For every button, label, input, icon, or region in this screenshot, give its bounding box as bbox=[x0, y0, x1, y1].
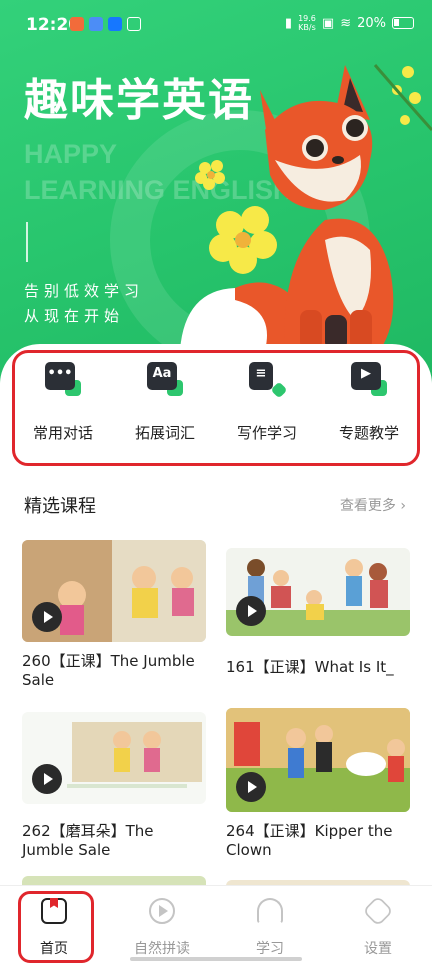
net-speed: 19.6 KB/s bbox=[298, 14, 316, 32]
quick-menu: ••• 常用对话 Aa 拓展词汇 ≡ 写作学习 ▶ 专题教学 bbox=[12, 362, 420, 443]
tab-label: 学习 bbox=[256, 941, 284, 957]
notification-icons bbox=[70, 17, 141, 31]
menu-item-vocabulary[interactable]: Aa 拓展词汇 bbox=[114, 362, 216, 443]
play-icon[interactable] bbox=[236, 772, 266, 802]
course-card[interactable]: 264【正课】Kipper the Clown bbox=[226, 708, 410, 860]
course-title: 161【正课】What Is It_ bbox=[226, 658, 394, 676]
status-bar: 12:20 ▮ 19.6 KB/s ▣ ≋ 20% bbox=[0, 0, 432, 50]
vocabulary-icon: Aa bbox=[147, 362, 183, 398]
sim-icon: ▣ bbox=[321, 15, 335, 31]
tab-label: 设置 bbox=[364, 941, 392, 957]
menu-item-conversation[interactable]: ••• 常用对话 bbox=[12, 362, 114, 443]
tab-label: 自然拼读 bbox=[134, 941, 190, 957]
play-icon[interactable] bbox=[32, 602, 62, 632]
writing-icon: ≡ bbox=[249, 362, 288, 399]
battery-text: 20% bbox=[357, 15, 386, 31]
menu-item-topic-lessons[interactable]: ▶ 专题教学 bbox=[318, 362, 420, 443]
course-card[interactable]: 161【正课】What Is It_ bbox=[226, 548, 410, 677]
vocabulary-icon-mark: Aa bbox=[152, 366, 172, 381]
app-notification-icon bbox=[127, 17, 141, 31]
hero-slogan-line1: 告别低效学习 bbox=[24, 282, 145, 300]
video-lesson-icon: ▶ bbox=[351, 362, 387, 398]
course-thumbnail bbox=[22, 712, 206, 804]
view-more-label: 查看更多 bbox=[339, 498, 396, 514]
course-card[interactable]: 260【正课】The Jumble Sale bbox=[22, 540, 206, 690]
net-speed-unit: KB/s bbox=[298, 23, 316, 32]
battery-icon bbox=[392, 17, 414, 29]
app-notification-icon bbox=[89, 17, 103, 31]
vibrate-icon: ▮ bbox=[284, 15, 293, 31]
course-thumbnail bbox=[226, 548, 410, 636]
headphones-icon bbox=[257, 898, 283, 924]
course-card[interactable]: 262【磨耳朵】The Jumble Sale bbox=[22, 712, 206, 860]
alipay-icon bbox=[108, 17, 122, 31]
course-title: 264【正课】Kipper the Clown bbox=[226, 822, 393, 859]
menu-item-label: 常用对话 bbox=[32, 424, 93, 442]
section-title: 精选课程 bbox=[24, 496, 96, 517]
course-title: 262【磨耳朵】The Jumble Sale bbox=[22, 822, 154, 859]
view-more-link[interactable]: 查看更多 › bbox=[340, 495, 406, 515]
home-indicator[interactable] bbox=[130, 957, 302, 961]
play-icon[interactable] bbox=[32, 764, 62, 794]
course-thumbnail bbox=[226, 708, 410, 812]
hero-banner[interactable]: 趣味学英语 HAPPY LEARNING ENGLISH 告别低效学习 从现在开… bbox=[0, 0, 432, 390]
wifi-icon: ≋ bbox=[340, 15, 352, 31]
status-right: ▮ 19.6 KB/s ▣ ≋ 20% bbox=[285, 14, 414, 32]
menu-item-writing[interactable]: ≡ 写作学习 bbox=[216, 362, 318, 443]
hero-slogan-line2: 从现在开始 bbox=[24, 307, 125, 325]
chat-bubble-icon: ••• bbox=[45, 362, 81, 398]
play-icon[interactable] bbox=[236, 596, 266, 626]
app-notification-icon bbox=[70, 17, 84, 31]
course-thumbnail bbox=[22, 540, 206, 642]
app-screen: 趣味学英语 HAPPY LEARNING ENGLISH 告别低效学习 从现在开… bbox=[0, 0, 432, 964]
fox-mascot-illustration bbox=[180, 64, 432, 350]
tab-phonics[interactable]: 自然拼读 bbox=[108, 886, 216, 964]
hero-divider bbox=[26, 222, 28, 262]
small-flower-icon bbox=[195, 160, 225, 190]
yellow-flower-icon bbox=[209, 206, 277, 274]
course-title: 260【正课】The Jumble Sale bbox=[22, 652, 195, 689]
menu-item-label: 写作学习 bbox=[236, 424, 297, 442]
net-speed-value: 19.6 bbox=[298, 14, 316, 23]
settings-hexagon-icon bbox=[362, 895, 394, 927]
branch-flowers bbox=[392, 66, 421, 125]
tab-study[interactable]: 学习 bbox=[216, 886, 324, 964]
menu-item-label: 专题教学 bbox=[338, 424, 399, 442]
home-tab-highlight bbox=[18, 891, 94, 963]
play-circle-icon bbox=[149, 898, 175, 924]
menu-item-label: 拓展词汇 bbox=[134, 424, 195, 442]
chevron-right-icon: › bbox=[400, 498, 406, 514]
tab-settings[interactable]: 设置 bbox=[324, 886, 432, 964]
